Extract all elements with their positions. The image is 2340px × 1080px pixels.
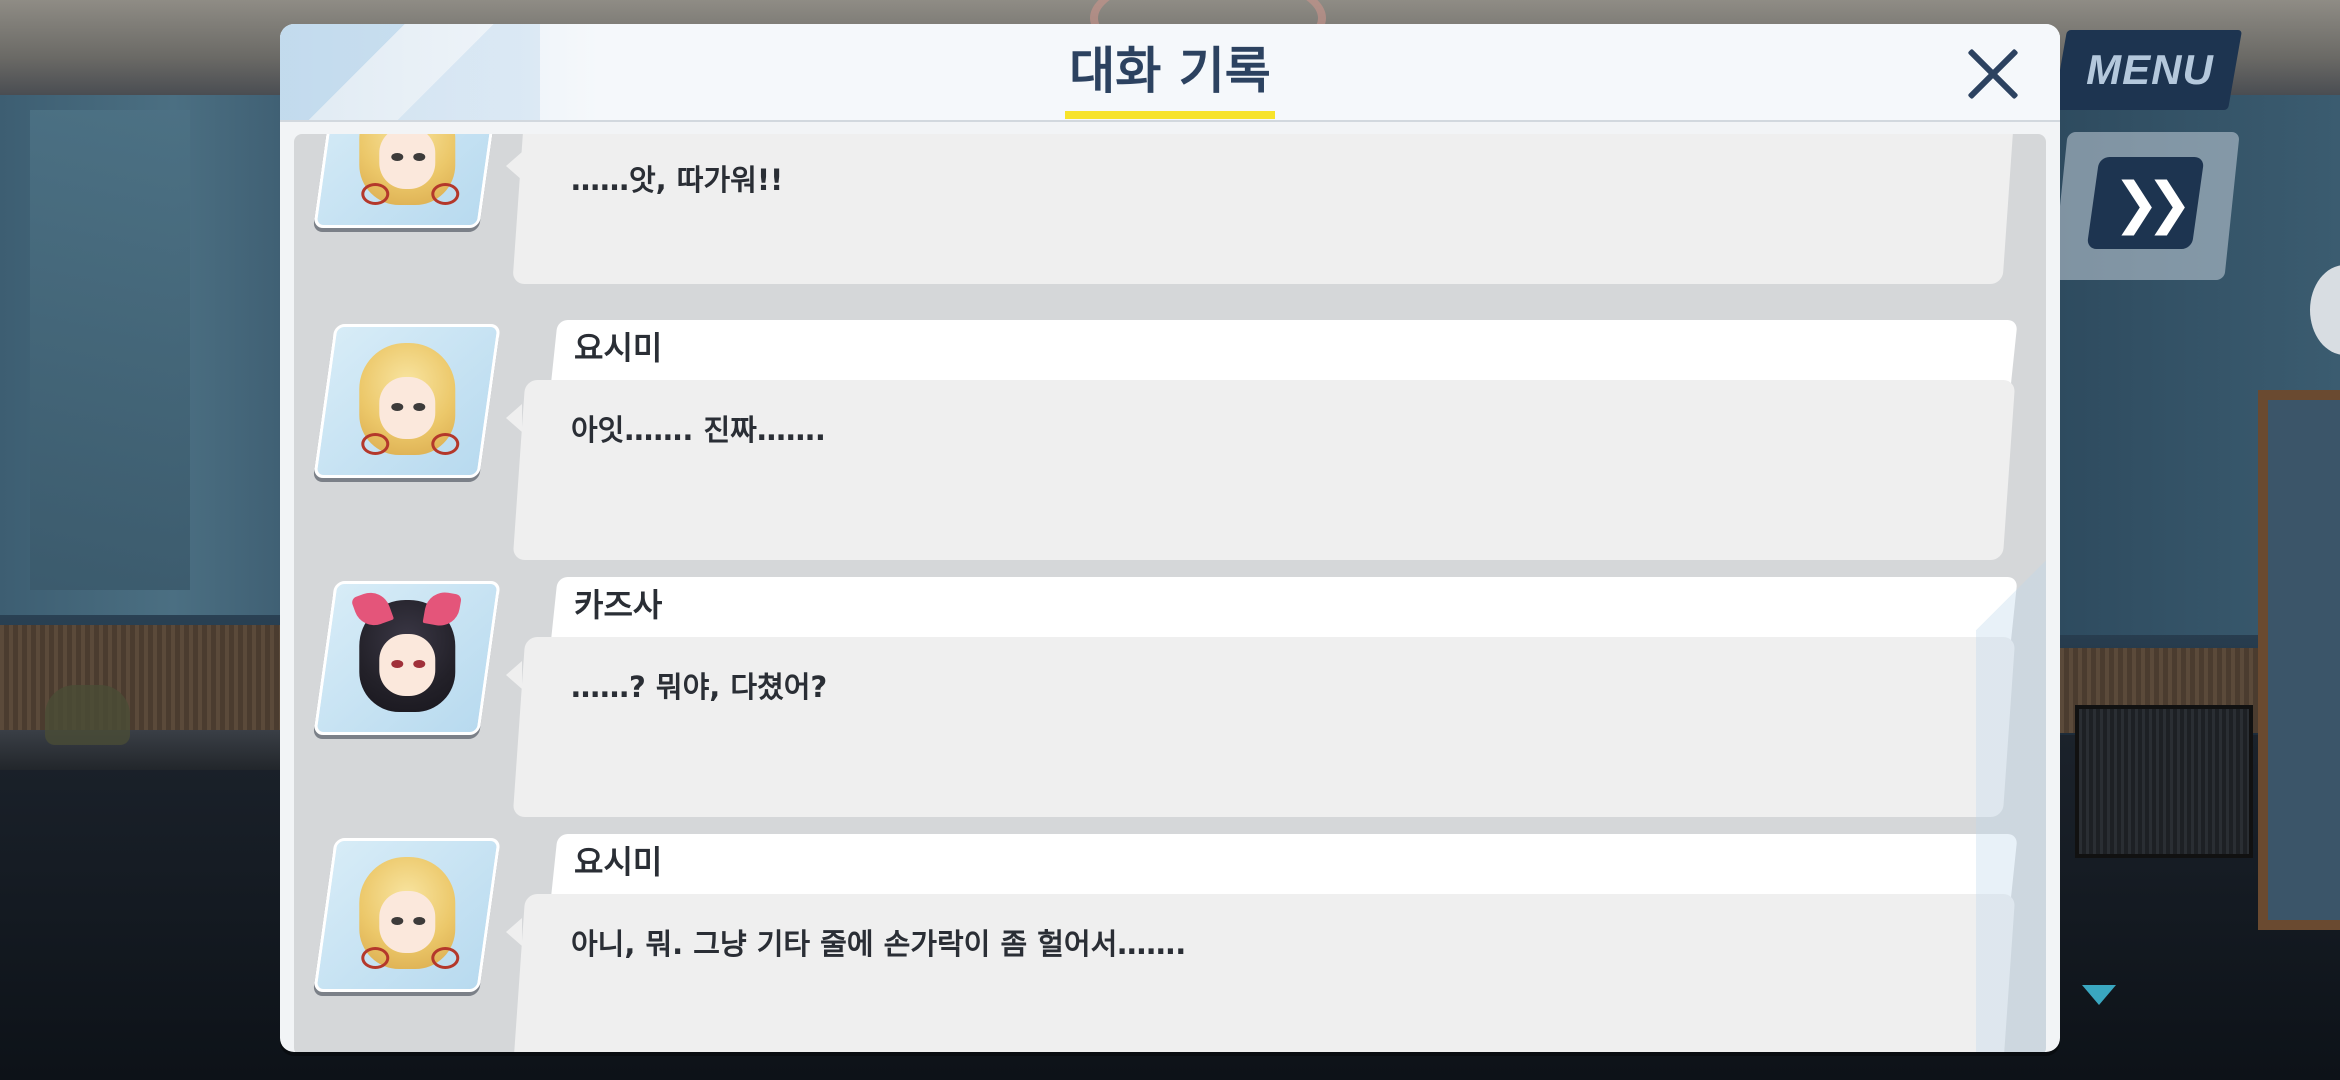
title-underline — [1065, 111, 1275, 119]
dialogue-bubble — [512, 637, 2016, 817]
door — [2258, 390, 2340, 930]
close-icon[interactable] — [1960, 39, 2030, 109]
dialogue-text: ……앗, 따가워!! — [571, 163, 784, 197]
dialogue-text: ……? 뭐야, 다쳤어? — [571, 670, 828, 704]
dialogue-text: 아니, 뭐. 그냥 기타 줄에 손가락이 좀 헐어서……. — [571, 927, 1187, 961]
fast-forward-icon: ❯❯ — [2112, 170, 2179, 236]
speaker-name: 요시미 — [574, 843, 663, 881]
fast-forward-button[interactable]: ❯❯ — [2086, 157, 2205, 249]
log-entry: ……앗, 따가워!! — [294, 134, 2046, 304]
menu-button-label[interactable]: MENU — [2070, 42, 2230, 98]
dialogue-bubble — [512, 894, 2016, 1052]
window-header: 대화 기록 — [280, 24, 2060, 122]
chair — [45, 685, 130, 745]
wood-wainscot-left — [0, 625, 290, 735]
log-entry: 요시미 아니, 뭐. 그냥 기타 줄에 손가락이 좀 헐어서……. — [294, 834, 2046, 1052]
yoshimi-avatar — [313, 134, 501, 228]
log-entry: 카즈사 ……? 뭐야, 다쳤어? — [294, 577, 2046, 821]
amplifier — [2075, 705, 2253, 858]
dialogue-text: 아잇……. 진짜……. — [571, 413, 826, 447]
character-portrait — [359, 134, 460, 205]
dialogue-bubble — [512, 380, 2016, 560]
dialogue-bubble — [512, 134, 2016, 284]
acoustic-panel — [30, 110, 190, 590]
speaker-name: 카즈사 — [574, 586, 663, 624]
bubble-tail — [506, 918, 522, 946]
yoshimi-avatar — [313, 324, 501, 478]
log-list[interactable]: ……앗, 따가워!! 요시미 아잇……. 진짜……. 카즈사 ……? 뭐야, 다… — [294, 134, 2046, 1052]
speaker-name: 요시미 — [574, 329, 663, 367]
character-portrait — [359, 857, 460, 969]
dialogue-log-window: 대화 기록 ……앗, 따가워!! 요시미 아잇……. 진짜……. 카즈사 ……?… — [280, 24, 2060, 1052]
log-entry: 요시미 아잇……. 진짜……. — [294, 320, 2046, 564]
kazusa-avatar — [313, 581, 501, 735]
character-portrait — [350, 587, 462, 712]
bubble-tail — [506, 661, 522, 689]
character-portrait — [359, 343, 460, 455]
bubble-tail — [506, 152, 522, 180]
bubble-tail — [506, 404, 522, 432]
window-title: 대화 기록 — [1069, 42, 1271, 100]
yoshimi-avatar — [313, 838, 501, 992]
down-arrow-icon[interactable] — [2082, 985, 2116, 1005]
keyboard-instrument — [0, 730, 290, 770]
